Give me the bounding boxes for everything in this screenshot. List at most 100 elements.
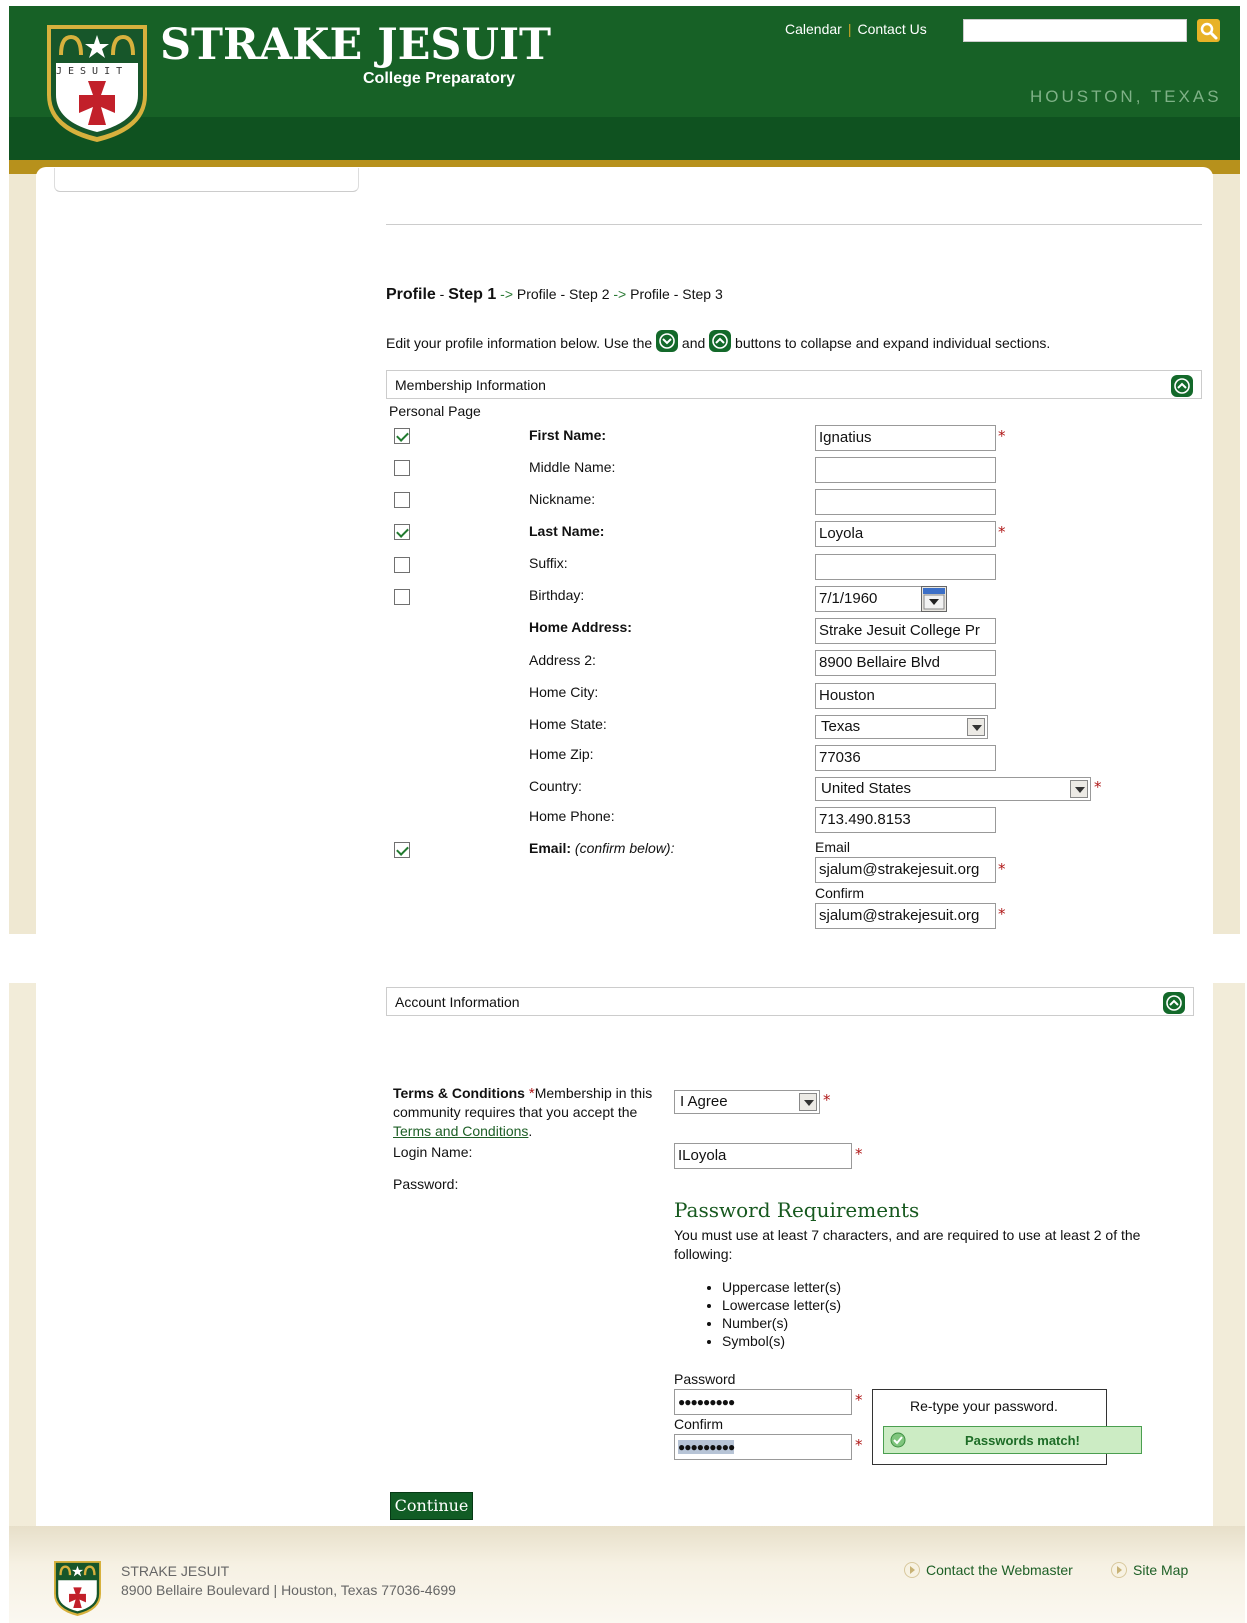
home-zip-input[interactable]: 77036 bbox=[815, 745, 996, 771]
last-name-input[interactable]: Loyola bbox=[815, 521, 996, 547]
country-select[interactable]: United States bbox=[815, 777, 1091, 801]
birthday-label: Birthday: bbox=[529, 587, 585, 603]
account-section-header[interactable]: Account Information bbox=[386, 987, 1194, 1016]
intro-text: Edit your profile information below. Use… bbox=[386, 330, 1050, 352]
required-marker: * bbox=[998, 905, 1006, 923]
contact-us-link[interactable]: Contact Us bbox=[857, 21, 926, 37]
suffix-label: Suffix: bbox=[529, 555, 568, 571]
nickname-input[interactable] bbox=[815, 489, 996, 515]
home-zip-label: Home Zip: bbox=[529, 746, 594, 762]
crest-text: JESUIT bbox=[56, 66, 129, 77]
email-input[interactable]: sjalum@strakejesuit.org bbox=[815, 857, 996, 883]
list-item: Uppercase letter(s) bbox=[722, 1278, 841, 1296]
chevron-down-icon bbox=[1070, 780, 1088, 798]
home-phone-input[interactable]: 713.490.8153 bbox=[815, 807, 996, 833]
password-confirm-input[interactable]: ●●●●●●●●● bbox=[674, 1434, 852, 1460]
membership-section-header[interactable]: Membership Information bbox=[386, 370, 1202, 399]
required-marker: * bbox=[855, 1391, 863, 1409]
birthday-input[interactable]: 7/1/1960 bbox=[815, 586, 922, 612]
login-name-label: Login Name: bbox=[393, 1144, 473, 1160]
collapse-section-icon[interactable] bbox=[1171, 375, 1193, 397]
required-marker: * bbox=[998, 523, 1006, 541]
terms-agreement-select[interactable]: I Agree bbox=[674, 1090, 820, 1114]
account-section-title: Account Information bbox=[395, 994, 520, 1010]
middle-name-visibility-checkbox[interactable] bbox=[394, 460, 410, 476]
login-name-input[interactable]: ILoyola bbox=[674, 1143, 852, 1169]
required-marker: * bbox=[998, 860, 1006, 878]
required-marker: * bbox=[823, 1091, 831, 1109]
password-input[interactable]: ●●●●●●●●● bbox=[674, 1389, 852, 1415]
email-confirm-input[interactable]: sjalum@strakejesuit.org bbox=[815, 903, 996, 929]
password-requirements-text: You must use at least 7 characters, and … bbox=[674, 1227, 1141, 1262]
passwords-match-badge: Passwords match! bbox=[883, 1426, 1142, 1454]
collapse-icon bbox=[656, 330, 679, 352]
list-item: Number(s) bbox=[722, 1314, 841, 1332]
home-state-select[interactable]: Texas bbox=[815, 715, 988, 739]
birthday-visibility-checkbox[interactable] bbox=[394, 589, 410, 605]
search-input[interactable] bbox=[963, 19, 1187, 42]
first-name-input[interactable]: Ignatius bbox=[815, 425, 996, 451]
footer-crest-logo[interactable] bbox=[54, 1561, 101, 1616]
top-links: Calendar | Contact Us bbox=[785, 21, 927, 37]
site-brand-subtitle: College Preparatory bbox=[363, 70, 516, 87]
calendar-picker-button[interactable] bbox=[921, 586, 947, 612]
calendar-icon bbox=[923, 588, 945, 610]
retype-message: Re-type your password. bbox=[910, 1398, 1058, 1414]
magnifier-icon bbox=[1200, 22, 1218, 40]
middle-name-input[interactable] bbox=[815, 457, 996, 483]
step2-label: Profile - Step 2 bbox=[516, 286, 610, 302]
breadcrumb-steps: Profile - Step 1 -> Profile - Step 2 -> … bbox=[386, 286, 723, 303]
home-city-input[interactable]: Houston bbox=[815, 683, 996, 709]
step3-label: Profile - Step 3 bbox=[630, 286, 723, 302]
continue-button[interactable]: Continue bbox=[390, 1492, 473, 1520]
password-requirements-title: Password Requirements bbox=[674, 1198, 920, 1222]
footer-school-name: STRAKE JESUIT bbox=[121, 1563, 230, 1579]
password-confirm-sublabel: Confirm bbox=[674, 1416, 724, 1432]
contact-webmaster-link[interactable]: Contact the Webmaster bbox=[904, 1562, 1073, 1578]
country-label: Country: bbox=[529, 778, 582, 794]
expand-icon bbox=[709, 330, 732, 352]
address2-label: Address 2: bbox=[529, 652, 596, 668]
required-marker: * bbox=[855, 1436, 863, 1454]
terms-conditions-text: Terms & Conditions *Membership in this c… bbox=[393, 1085, 653, 1139]
search-button[interactable] bbox=[1197, 19, 1220, 42]
chevron-down-icon bbox=[967, 718, 985, 736]
required-marker: * bbox=[998, 427, 1006, 445]
step1-bold: Step 1 bbox=[448, 286, 497, 303]
site-brand-name[interactable]: STRAKE JESUIT bbox=[160, 24, 551, 67]
personal-page-label: Personal Page bbox=[389, 403, 481, 419]
required-marker: * bbox=[1094, 778, 1102, 796]
home-address-label: Home Address: bbox=[529, 619, 632, 635]
suffix-input[interactable] bbox=[815, 554, 996, 580]
first-name-visibility-checkbox[interactable] bbox=[394, 428, 410, 444]
content-card bbox=[36, 167, 1213, 934]
school-crest-logo[interactable] bbox=[47, 25, 147, 142]
password-requirements-list: Uppercase letter(s) Lowercase letter(s) … bbox=[722, 1278, 841, 1350]
terms-and-conditions-link[interactable]: Terms and Conditions bbox=[393, 1123, 528, 1139]
email-label: Email: (confirm below): bbox=[529, 840, 675, 856]
passwords-match-text: Passwords match! bbox=[965, 1433, 1080, 1448]
address2-input[interactable]: 8900 Bellaire Blvd bbox=[815, 650, 996, 676]
arrow-bullet-icon bbox=[1111, 1562, 1127, 1578]
email-confirm-sublabel: Confirm bbox=[815, 885, 865, 901]
suffix-visibility-checkbox[interactable] bbox=[394, 557, 410, 573]
divider bbox=[386, 224, 1202, 225]
home-state-label: Home State: bbox=[529, 716, 607, 732]
home-phone-label: Home Phone: bbox=[529, 808, 615, 824]
home-address-input[interactable]: Strake Jesuit College Pr bbox=[815, 618, 996, 644]
sidebar-box bbox=[54, 168, 359, 192]
check-circle-icon bbox=[890, 1432, 906, 1448]
location-tagline: HOUSTON, TEXAS bbox=[1030, 87, 1222, 106]
email-visibility-checkbox[interactable] bbox=[394, 842, 410, 858]
site-map-link[interactable]: Site Map bbox=[1111, 1562, 1188, 1578]
password-label: Password: bbox=[393, 1176, 459, 1192]
home-city-label: Home City: bbox=[529, 684, 599, 700]
footer-address: 8900 Bellaire Boulevard | Houston, Texas… bbox=[121, 1582, 456, 1598]
collapse-section-icon[interactable] bbox=[1163, 992, 1185, 1014]
nickname-visibility-checkbox[interactable] bbox=[394, 492, 410, 508]
nickname-label: Nickname: bbox=[529, 491, 596, 507]
last-name-visibility-checkbox[interactable] bbox=[394, 524, 410, 540]
arrow-bullet-icon bbox=[904, 1562, 920, 1578]
calendar-link[interactable]: Calendar bbox=[785, 21, 842, 37]
membership-section-title: Membership Information bbox=[395, 377, 546, 393]
